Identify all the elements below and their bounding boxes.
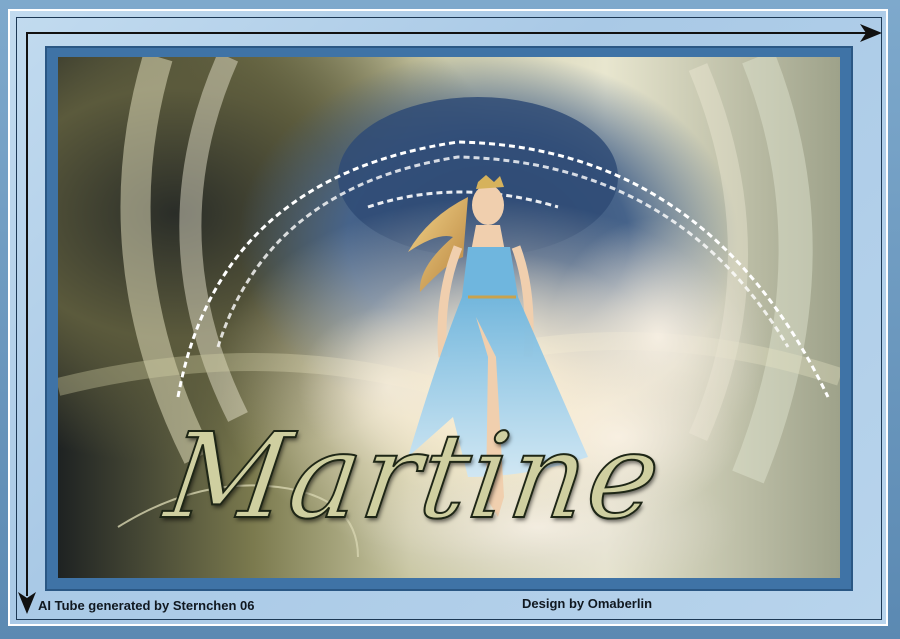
signature-text: Martine: [157, 406, 671, 546]
artwork-scene: Martine: [58, 57, 840, 578]
credit-right: Design by Omaberlin: [522, 596, 653, 611]
credit-left: AI Tube generated by Sternchen 06: [38, 598, 255, 613]
arrow-down-icon: [18, 33, 36, 614]
arrow-right-icon: [26, 24, 882, 42]
